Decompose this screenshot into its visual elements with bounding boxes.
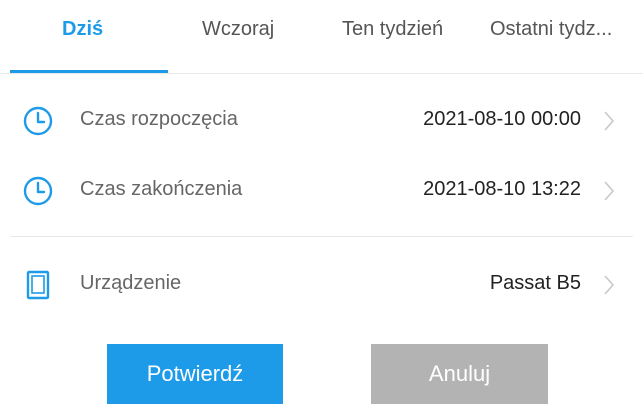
- tablet-icon: [26, 270, 50, 300]
- chevron-right-icon: [604, 275, 615, 295]
- end-time-value: 2021-08-10 13:22: [423, 178, 581, 200]
- date-range-tabs: Dziś Wczoraj Ten tydzień Ostatni tydz...: [0, 0, 643, 74]
- start-time-value: 2021-08-10 00:00: [423, 108, 581, 130]
- chevron-right-icon: [604, 181, 615, 201]
- section-divider: [10, 236, 633, 237]
- start-time-label: Czas rozpoczęcia: [80, 108, 238, 130]
- clock-icon: [23, 176, 53, 206]
- start-time-row[interactable]: Czas rozpoczęcia 2021-08-10 00:00: [0, 86, 643, 156]
- device-label: Urządzenie: [80, 272, 182, 294]
- tab-this-week[interactable]: Ten tydzień: [342, 18, 443, 41]
- chevron-right-icon: [604, 111, 615, 131]
- device-row[interactable]: Urządzenie Passat B5: [0, 250, 643, 320]
- clock-icon: [23, 106, 53, 136]
- cancel-button[interactable]: Anuluj: [371, 344, 548, 404]
- tab-yesterday[interactable]: Wczoraj: [202, 18, 274, 41]
- device-value: Passat B5: [489, 272, 581, 294]
- end-time-label: Czas zakończenia: [80, 178, 243, 200]
- confirm-button[interactable]: Potwierdź: [107, 344, 283, 404]
- end-time-row[interactable]: Czas zakończenia 2021-08-10 13:22: [0, 156, 643, 226]
- tab-today[interactable]: Dziś: [62, 18, 103, 41]
- active-tab-indicator: [10, 70, 168, 73]
- tab-last-week[interactable]: Ostatni tydz...: [490, 18, 612, 41]
